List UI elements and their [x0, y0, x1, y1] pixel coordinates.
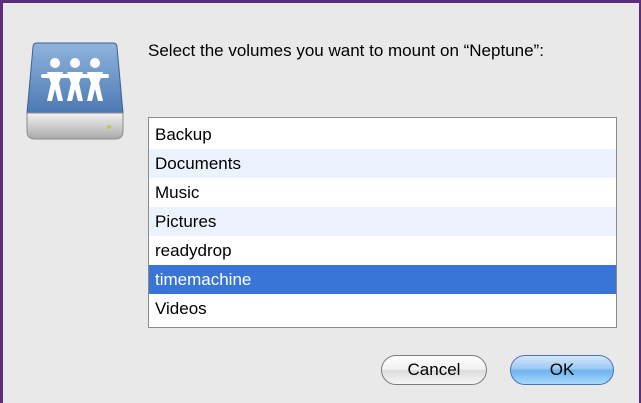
volume-item-timemachine[interactable]: timemachine: [149, 265, 616, 294]
volume-item-pictures[interactable]: Pictures: [149, 207, 616, 236]
volume-item-music[interactable]: Music: [149, 178, 616, 207]
mount-prompt: Select the volumes you want to mount on …: [148, 41, 544, 60]
volume-item-documents[interactable]: Documents: [149, 149, 616, 178]
cancel-button[interactable]: Cancel: [381, 355, 487, 385]
ok-button[interactable]: OK: [510, 355, 614, 385]
volume-item-readydrop[interactable]: readydrop: [149, 236, 616, 265]
volume-item-backup[interactable]: Backup: [149, 120, 616, 149]
volume-item-videos[interactable]: Videos: [149, 294, 616, 323]
shared-network-drive-icon: [25, 39, 125, 147]
volume-list[interactable]: Backup Documents Music Pictures readydro…: [148, 117, 617, 328]
mount-volumes-sheet: Select the volumes you want to mount on …: [3, 3, 639, 403]
